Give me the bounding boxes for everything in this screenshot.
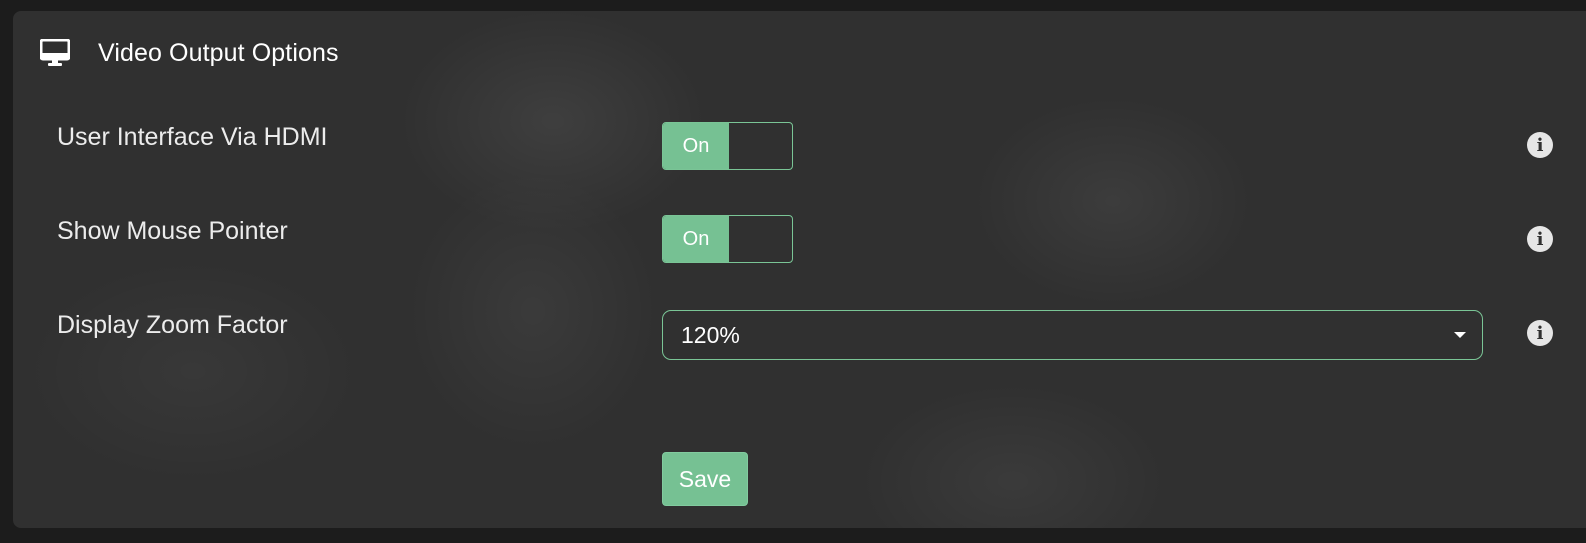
display-zoom-factor-select[interactable]: 120%	[662, 310, 1483, 360]
select-value: 120%	[681, 321, 740, 348]
show-mouse-pointer-toggle[interactable]: On	[662, 215, 793, 263]
info-icon[interactable]: i	[1527, 226, 1553, 252]
panel-header: Video Output Options	[39, 37, 339, 69]
panel-title: Video Output Options	[98, 38, 339, 67]
setting-label-show-mouse-pointer: Show Mouse Pointer	[57, 217, 288, 245]
toggle-off-area	[729, 216, 792, 262]
setting-label-display-zoom-factor: Display Zoom Factor	[57, 311, 288, 339]
video-output-options-panel: Video Output Options User Interface Via …	[13, 11, 1586, 528]
toggle-on-label: On	[663, 123, 729, 169]
monitor-icon	[39, 38, 71, 67]
info-icon[interactable]: i	[1527, 132, 1553, 158]
toggle-off-area	[729, 123, 792, 169]
ui-via-hdmi-toggle[interactable]: On	[662, 122, 793, 170]
save-button[interactable]: Save	[662, 452, 748, 506]
setting-label-ui-via-hdmi: User Interface Via HDMI	[57, 123, 328, 151]
chevron-down-icon	[1454, 332, 1466, 338]
toggle-on-label: On	[663, 216, 729, 262]
info-icon[interactable]: i	[1527, 320, 1553, 346]
